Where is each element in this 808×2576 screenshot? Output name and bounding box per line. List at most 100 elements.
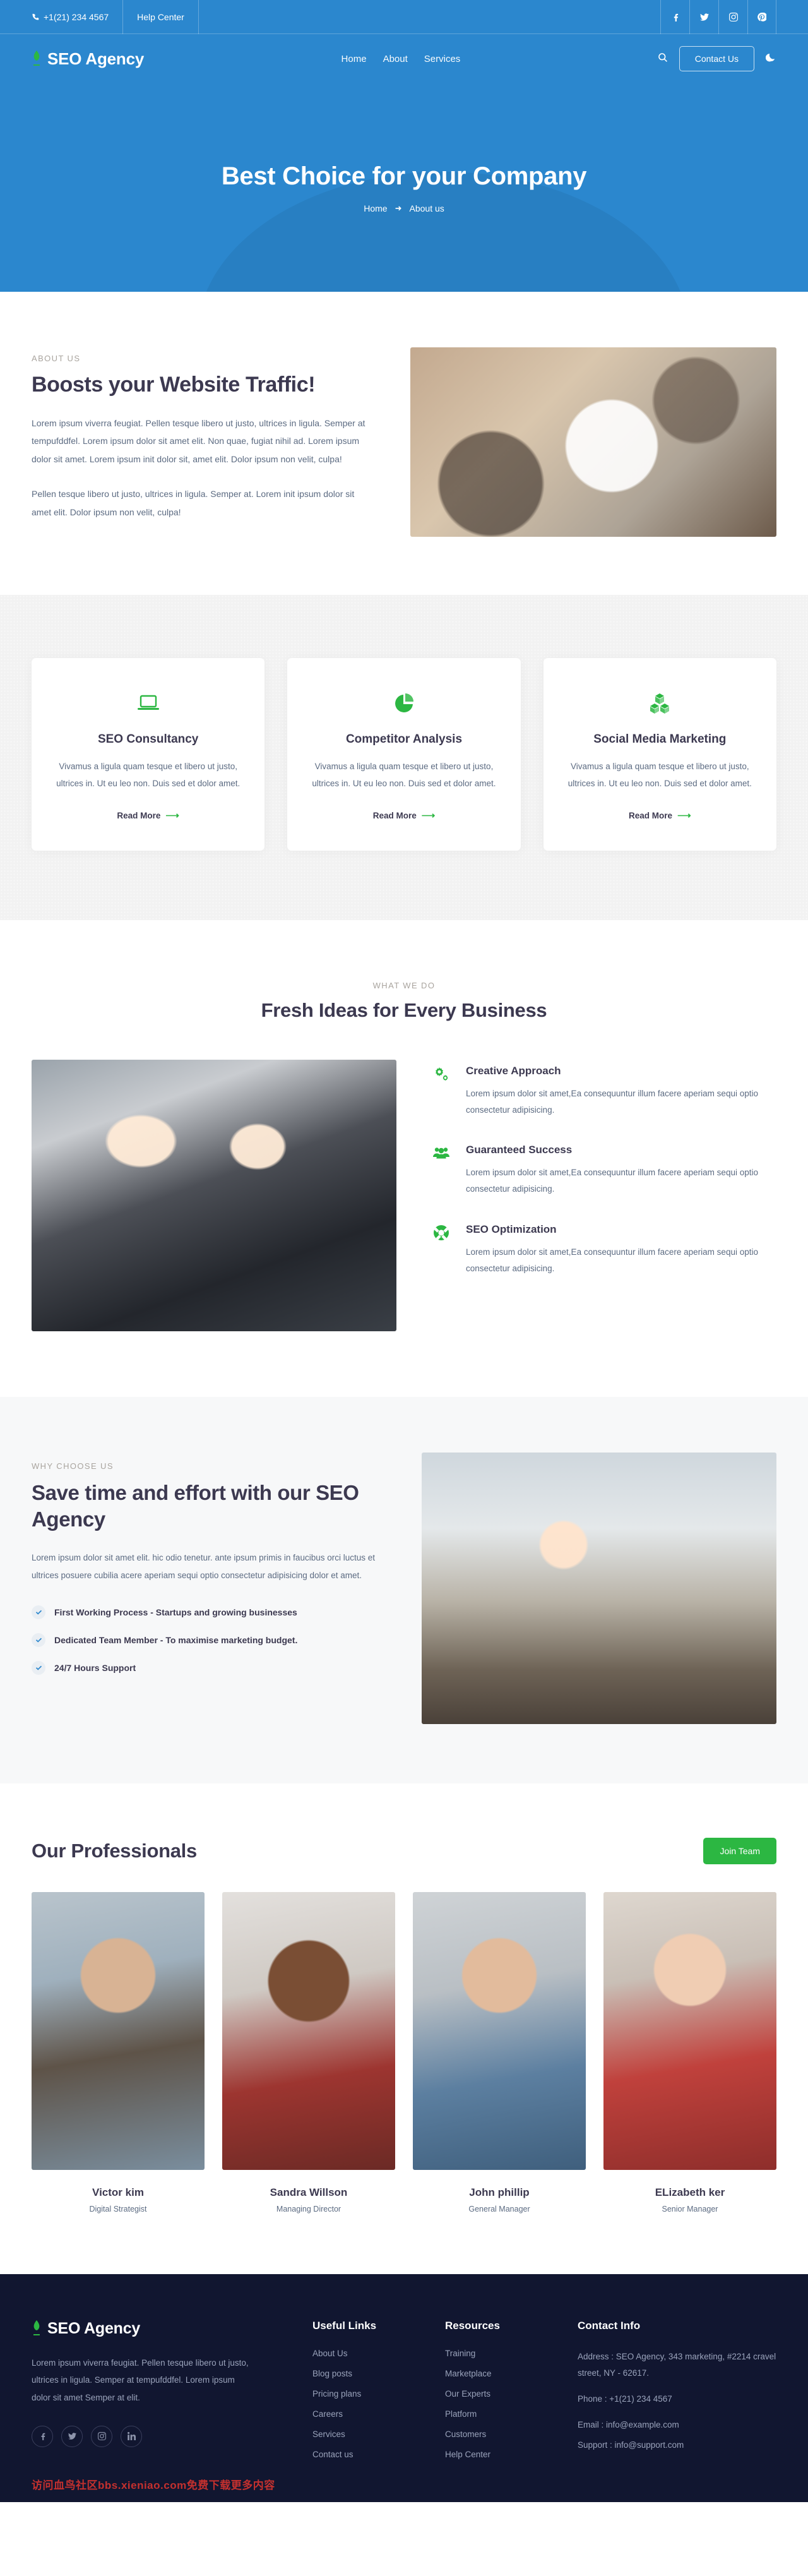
brand-name: SEO Agency <box>47 49 145 68</box>
footer-link-platform[interactable]: Platform <box>445 2409 552 2419</box>
footer-address: Address : SEO Agency, 343 marketing, #22… <box>578 2351 776 2378</box>
team-member[interactable]: John phillip General Manager <box>413 1891 586 2214</box>
team-member[interactable]: Victor kim Digital Strategist <box>32 1891 205 2214</box>
instagram-icon[interactable] <box>718 0 747 34</box>
avatar <box>603 1891 776 2170</box>
nav-actions: Contact Us <box>658 46 776 71</box>
footer-socials <box>32 2425 287 2447</box>
avatar <box>413 1891 586 2170</box>
twitter-icon[interactable] <box>689 0 718 34</box>
why-choose-us-section: WHY CHOOSE US Save time and effort with … <box>0 1396 808 1783</box>
footer-link-customers[interactable]: Customers <box>445 2429 552 2439</box>
footer-phone[interactable]: Phone : +1(21) 234 4567 <box>578 2391 776 2407</box>
why-heading: Save time and effort with our SEO Agency <box>32 1480 359 1531</box>
team-section: Our Professionals Join Team Victor kim D… <box>0 1783 808 2274</box>
facebook-icon[interactable] <box>32 2425 53 2447</box>
feature-title: Creative Approach <box>466 1064 561 1077</box>
site-footer: SEO Agency Lorem ipsum viverra feugiat. … <box>0 2273 808 2502</box>
team-member-name: Victor kim <box>92 2186 144 2198</box>
feature-text: Lorem ipsum dolor sit amet,Ea consequunt… <box>466 1088 758 1115</box>
moon-icon[interactable] <box>765 52 776 66</box>
service-title: Social Media Marketing <box>593 733 727 746</box>
read-more-link[interactable]: Read More ⟶ <box>117 810 179 821</box>
footer-link-pricing[interactable]: Pricing plans <box>312 2389 420 2399</box>
checklist-item: 24/7 Hours Support <box>32 1661 385 1675</box>
team-member[interactable]: Sandra Willson Managing Director <box>222 1891 395 2214</box>
footer-email[interactable]: Email : info@example.com <box>578 2417 776 2433</box>
nav-links: Home About Services <box>342 54 461 64</box>
nav-link-services[interactable]: Services <box>424 54 461 64</box>
footer-link-services[interactable]: Services <box>312 2429 420 2439</box>
team-member-name: ELizabeth ker <box>655 2186 725 2198</box>
why-lead: Lorem ipsum dolor sit amet elit. hic odi… <box>32 1552 375 1580</box>
footer-link-careers[interactable]: Careers <box>312 2409 420 2419</box>
instagram-icon[interactable] <box>91 2425 112 2447</box>
arrow-right-icon: ⟶ <box>421 810 436 821</box>
pie-chart-icon <box>309 691 499 716</box>
footer-link-contact-us[interactable]: Contact us <box>312 2450 420 2459</box>
avatar <box>222 1891 395 2170</box>
footer-link-help-center[interactable]: Help Center <box>445 2450 552 2459</box>
checklist-label: Dedicated Team Member - To maximise mark… <box>54 1635 298 1646</box>
read-more-link[interactable]: Read More ⟶ <box>629 810 691 821</box>
footer-link-our-experts[interactable]: Our Experts <box>445 2389 552 2399</box>
footer-support[interactable]: Support : info@support.com <box>578 2437 776 2453</box>
top-bar-socials <box>660 0 776 34</box>
team-member-role: Digital Strategist <box>89 2204 147 2214</box>
top-help-center[interactable]: Help Center <box>123 0 199 34</box>
service-card[interactable]: SEO Consultancy Vivamus a ligula quam te… <box>32 658 265 851</box>
service-card[interactable]: Social Media Marketing Vivamus a ligula … <box>543 658 776 851</box>
nav-link-home[interactable]: Home <box>342 54 367 64</box>
footer-logo[interactable]: SEO Agency <box>32 2320 287 2338</box>
breadcrumb-home[interactable]: Home <box>364 203 387 213</box>
top-phone[interactable]: +1(21) 234 4567 <box>32 0 124 34</box>
service-card[interactable]: Competitor Analysis Vivamus a ligula qua… <box>287 658 521 851</box>
footer-column-title: Resources <box>445 2319 500 2332</box>
linkedin-icon[interactable] <box>121 2425 142 2447</box>
checklist-label: First Working Process - Startups and gro… <box>54 1607 297 1618</box>
avatar <box>32 1891 205 2170</box>
feature-item: SEO Optimization Lorem ipsum dolor sit a… <box>433 1223 776 1278</box>
main-navigation: SEO Agency Home About Services Contact U… <box>0 34 808 83</box>
team-member-name: Sandra Willson <box>270 2186 348 2198</box>
page-title: Best Choice for your Company <box>221 162 587 190</box>
footer-useful-links: Useful Links About Us Blog posts Pricing… <box>312 2320 420 2470</box>
top-bar: +1(21) 234 4567 Help Center <box>0 0 808 34</box>
hero-banner: Best Choice for your Company Home ➜ Abou… <box>0 83 808 292</box>
pinterest-icon[interactable] <box>747 0 776 34</box>
feature-text: Lorem ipsum dolor sit amet,Ea consequunt… <box>466 1247 758 1274</box>
arrow-right-icon: ⟶ <box>165 810 179 821</box>
lifebuoy-icon <box>433 1223 452 1278</box>
footer-link-blog-posts[interactable]: Blog posts <box>312 2369 420 2378</box>
read-more-link[interactable]: Read More ⟶ <box>373 810 436 821</box>
breadcrumb: Home ➜ About us <box>364 203 444 213</box>
phone-icon <box>32 13 39 21</box>
service-text: Vivamus a ligula quam tesque et libero u… <box>312 762 496 788</box>
services-grid: SEO Consultancy Vivamus a ligula quam te… <box>32 658 776 851</box>
footer-about-text: Lorem ipsum viverra feugiat. Pellen tesq… <box>32 2357 249 2402</box>
read-more-label: Read More <box>629 810 673 820</box>
service-text: Vivamus a ligula quam tesque et libero u… <box>567 762 752 788</box>
checklist-item: First Working Process - Startups and gro… <box>32 1605 385 1620</box>
brand-logo[interactable]: SEO Agency <box>32 49 144 69</box>
join-team-button[interactable]: Join Team <box>703 1837 776 1864</box>
twitter-icon[interactable] <box>61 2425 83 2447</box>
top-phone-label: +1(21) 234 4567 <box>44 11 109 22</box>
search-icon[interactable] <box>658 52 668 66</box>
team-member-name: John phillip <box>469 2186 530 2198</box>
footer-link-marketplace[interactable]: Marketplace <box>445 2369 552 2378</box>
footer-link-about-us[interactable]: About Us <box>312 2349 420 2358</box>
service-text: Vivamus a ligula quam tesque et libero u… <box>56 762 241 788</box>
nav-link-about[interactable]: About <box>383 54 408 64</box>
top-bar-left: +1(21) 234 4567 Help Center <box>32 0 199 34</box>
checklist-item: Dedicated Team Member - To maximise mark… <box>32 1633 385 1648</box>
footer-link-training[interactable]: Training <box>445 2349 552 2358</box>
why-eyebrow: WHY CHOOSE US <box>32 1461 114 1471</box>
gears-icon <box>433 1065 452 1119</box>
team-member[interactable]: ELizabeth ker Senior Manager <box>603 1891 776 2214</box>
team-heading: Our Professionals <box>32 1839 197 1862</box>
check-icon <box>32 1605 45 1620</box>
facebook-icon[interactable] <box>660 0 689 34</box>
contact-us-button[interactable]: Contact Us <box>679 46 754 71</box>
checklist-label: 24/7 Hours Support <box>54 1663 136 1674</box>
